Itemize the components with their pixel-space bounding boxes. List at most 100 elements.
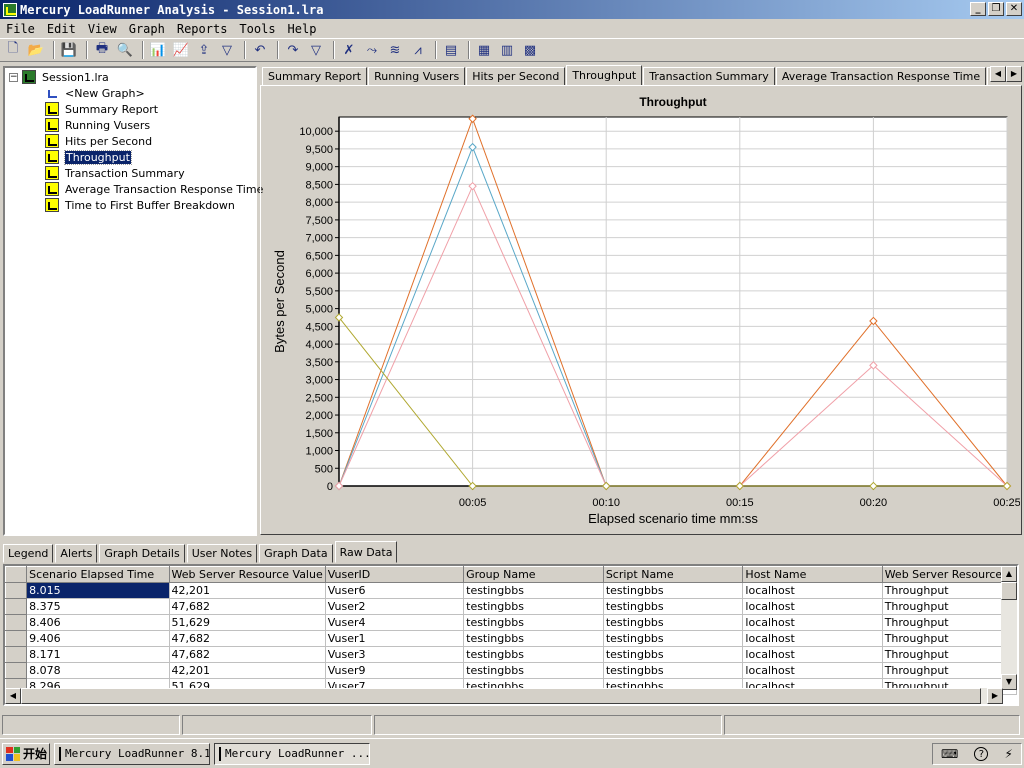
table-cell[interactable]: 8.015 xyxy=(26,582,170,599)
throughput-chart[interactable]: Throughput 0 500 1,000 1,500 2,000 2,500 3,000 3… xyxy=(262,87,1020,533)
print-preview-icon[interactable]: 🔍 xyxy=(115,40,135,60)
add-graph-icon[interactable]: 📊 xyxy=(148,40,168,60)
app-icon[interactable] xyxy=(3,2,17,17)
column-header[interactable]: Host Name xyxy=(742,566,883,583)
raw-data-grid[interactable]: Scenario Elapsed Time Web Server Resource… xyxy=(3,564,1019,706)
table-cell[interactable]: testingbbs xyxy=(603,598,744,615)
tree-item[interactable]: Running Vusers xyxy=(45,118,150,132)
table-cell[interactable]: testingbbs xyxy=(463,646,604,663)
column-header[interactable]: VuserID xyxy=(324,566,465,583)
menu-tools[interactable]: Tools xyxy=(233,22,281,36)
plot-area[interactable] xyxy=(338,116,1008,487)
table-cell[interactable]: testingbbs xyxy=(603,582,744,599)
report-icon[interactable]: ▤ xyxy=(441,40,461,60)
column-header[interactable]: Scenario Elapsed Time xyxy=(26,566,170,583)
graph-tab[interactable]: Throughput xyxy=(566,65,643,85)
graph-tab[interactable]: Hits per Second xyxy=(466,67,566,85)
taskbar-item-loadrunner[interactable]: Mercury LoadRunner 8.1 xyxy=(54,742,210,765)
table-cell[interactable]: Vuser3 xyxy=(325,646,465,663)
table-cell[interactable]: Throughput xyxy=(882,662,1017,679)
table-cell[interactable]: Vuser1 xyxy=(325,630,465,647)
tree-item[interactable]: Hits per Second xyxy=(45,134,152,148)
table-cell[interactable]: Vuser6 xyxy=(325,582,465,599)
tree-item[interactable]: Throughput xyxy=(45,149,132,165)
table-cell[interactable]: testingbbs xyxy=(463,582,604,599)
table-cell[interactable]: Vuser2 xyxy=(325,598,465,615)
graph-tab[interactable]: Average Transaction Response Time xyxy=(775,67,987,85)
grid-corner[interactable] xyxy=(5,566,28,583)
scroll-right-icon[interactable]: ▶ xyxy=(987,688,1003,704)
bottom-tab[interactable]: Raw Data xyxy=(334,541,398,563)
merge-icon[interactable]: ⤳ xyxy=(362,40,382,60)
start-button[interactable]: 开始 xyxy=(2,742,50,765)
collapse-icon[interactable]: − xyxy=(9,72,18,82)
menu-help[interactable]: Help xyxy=(282,22,323,36)
auto-correlate-icon[interactable]: ≋ xyxy=(385,40,405,60)
graph-tab[interactable]: Running Vusers xyxy=(368,67,466,85)
taskbar-item-analysis[interactable]: Mercury LoadRunner ... xyxy=(214,742,370,765)
tree-item[interactable]: Average Transaction Response Time xyxy=(45,182,263,196)
table-row[interactable]: 8.375 47,682 Vuser2 testingbbs testingbbs loc… xyxy=(5,598,1017,615)
table-cell[interactable]: Vuser4 xyxy=(325,614,465,631)
table-cell[interactable]: testingbbs xyxy=(603,646,744,663)
graph-tab[interactable]: Transaction Summary xyxy=(643,67,775,85)
row-header[interactable] xyxy=(5,598,28,615)
bottom-tab[interactable]: Legend xyxy=(3,544,54,563)
word-report-icon[interactable]: ▥ xyxy=(497,40,517,60)
table-cell[interactable]: localhost xyxy=(742,646,883,663)
table-cell[interactable]: Throughput xyxy=(882,646,1017,663)
graph-icon[interactable]: 📈 xyxy=(171,40,191,60)
redo-icon[interactable]: ↷ xyxy=(283,40,303,60)
minimize-button[interactable]: _ xyxy=(970,2,986,16)
table-cell[interactable]: 8.375 xyxy=(26,598,170,615)
row-header[interactable] xyxy=(5,614,28,631)
bottom-tab[interactable]: User Notes xyxy=(186,544,258,563)
restore-button[interactable]: ❐ xyxy=(988,2,1004,16)
vertical-scrollbar[interactable]: ▲ ▼ xyxy=(1001,566,1017,690)
menu-graph[interactable]: Graph xyxy=(123,22,171,36)
graph-tab[interactable]: Summary Report xyxy=(262,67,368,85)
save-icon[interactable]: 💾 xyxy=(59,40,79,60)
table-cell[interactable]: 47,682 xyxy=(169,598,326,615)
table-cell[interactable]: localhost xyxy=(742,582,883,599)
tree-root[interactable]: − Session1.lra xyxy=(9,70,109,84)
filter-icon[interactable]: ▽ xyxy=(217,40,237,60)
horizontal-scrollbar[interactable]: ◀ ▶ xyxy=(5,688,1003,704)
table-cell[interactable]: Throughput xyxy=(882,614,1017,631)
table-cell[interactable]: testingbbs xyxy=(463,614,604,631)
table-cell[interactable]: Throughput xyxy=(882,598,1017,615)
crystal-report-icon[interactable]: ▩ xyxy=(520,40,540,60)
table-cell[interactable]: 8.078 xyxy=(26,662,170,679)
tab-scroll-right-icon[interactable]: ▶ xyxy=(1006,66,1022,82)
vertical-scroll-thumb[interactable] xyxy=(1001,582,1017,600)
export-icon[interactable]: ⇪ xyxy=(194,40,214,60)
menu-reports[interactable]: Reports xyxy=(171,22,234,36)
table-cell[interactable]: testingbbs xyxy=(463,630,604,647)
scroll-left-icon[interactable]: ◀ xyxy=(5,688,21,704)
bottom-tab[interactable]: Graph Details xyxy=(99,544,185,563)
table-row[interactable]: 8.171 47,682 Vuser3 testingbbs testingbbs loc… xyxy=(5,646,1017,663)
table-cell[interactable]: Throughput xyxy=(882,630,1017,647)
table-cell[interactable]: 8.406 xyxy=(26,614,170,631)
tree-item[interactable]: Time to First Buffer Breakdown xyxy=(45,198,235,212)
table-row[interactable]: 9.406 47,682 Vuser1 testingbbs testingbbs loc… xyxy=(5,630,1017,647)
menu-file[interactable]: File xyxy=(0,22,41,36)
table-cell[interactable]: Vuser9 xyxy=(325,662,465,679)
menu-view[interactable]: View xyxy=(82,22,123,36)
table-cell[interactable]: 51,629 xyxy=(169,614,326,631)
table-cell[interactable]: 8.171 xyxy=(26,646,170,663)
row-header[interactable] xyxy=(5,630,28,647)
tab-scroll-left-icon[interactable]: ◀ xyxy=(990,66,1006,82)
tree-item[interactable]: Transaction Summary xyxy=(45,166,185,180)
table-cell[interactable]: Throughput xyxy=(882,582,1017,599)
clear-filter-icon[interactable]: ✗ xyxy=(339,40,359,60)
tree-item[interactable]: <New Graph> xyxy=(45,86,145,100)
table-cell[interactable]: testingbbs xyxy=(603,614,744,631)
table-row[interactable]: 8.015 42,201 Vuser6 testingbbs testingbbs loc… xyxy=(5,582,1017,599)
column-header[interactable]: Web Server Resource Value xyxy=(168,566,326,583)
horizontal-scroll-thumb[interactable] xyxy=(21,688,981,704)
set-filter-icon[interactable]: ▽ xyxy=(306,40,326,60)
column-header[interactable]: Script Name xyxy=(602,566,744,583)
table-cell[interactable]: localhost xyxy=(742,662,883,679)
overlay-icon[interactable]: ⩘ xyxy=(408,40,428,60)
